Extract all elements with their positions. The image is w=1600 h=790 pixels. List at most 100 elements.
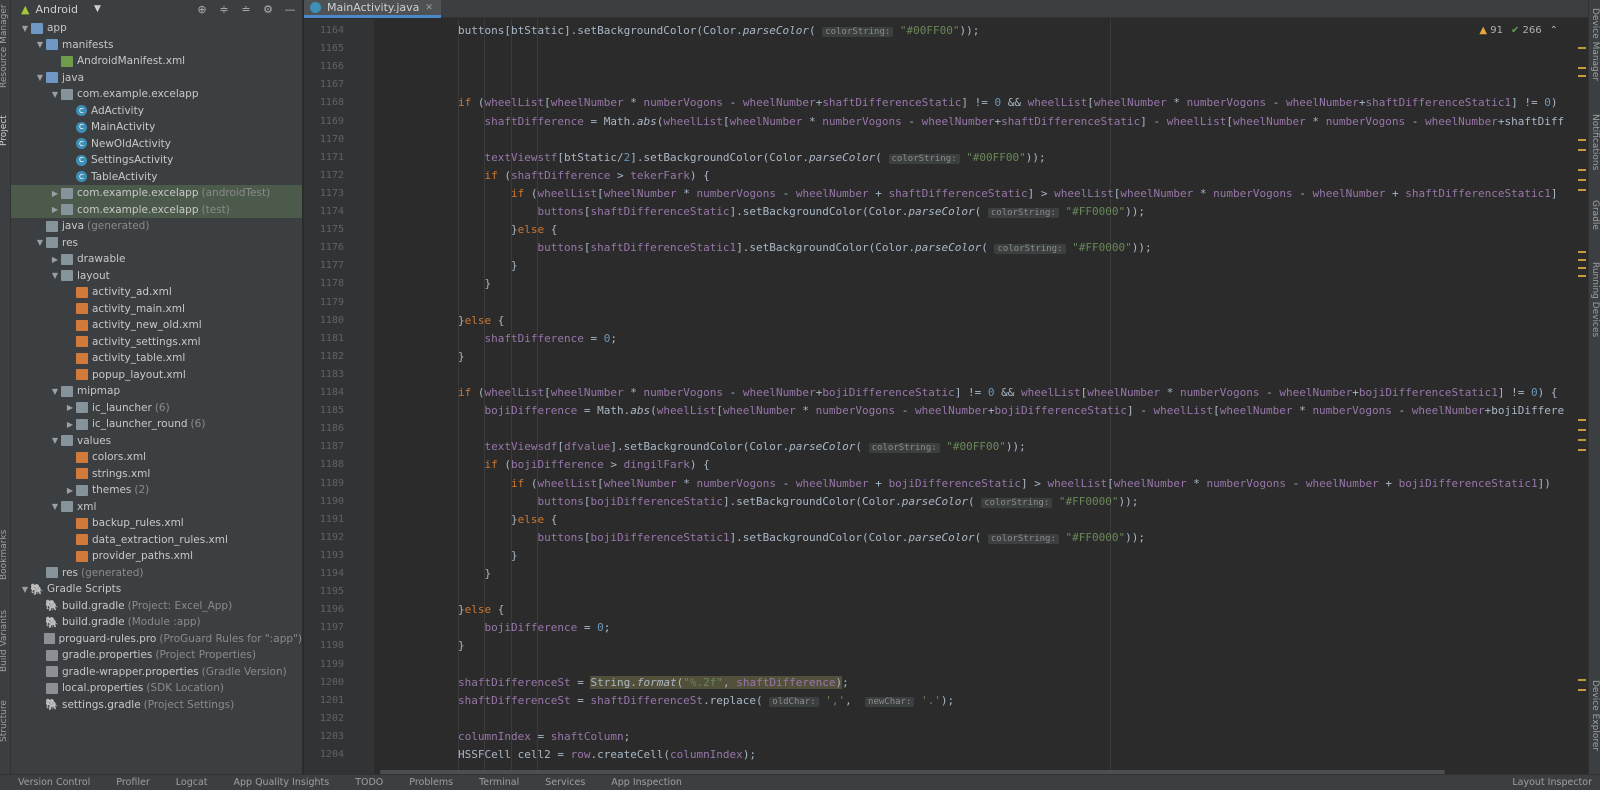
tree-item[interactable]: ▼ app [11,20,302,37]
warning-marker[interactable] [1578,139,1586,141]
warning-marker[interactable] [1578,179,1586,181]
chevron-down-icon[interactable]: ▼ [49,387,61,396]
bottom-tab[interactable]: Services [545,777,585,788]
code-line[interactable]: bojiDifference = 0; [485,621,611,634]
bottom-tab[interactable]: App Inspection [611,777,682,788]
tree-item[interactable]: colors.xml [11,449,302,466]
hide-icon[interactable]: — [282,1,298,17]
tree-item[interactable]: ▼ xml [11,499,302,516]
warning-marker[interactable] [1578,189,1586,191]
bottom-tab[interactable]: Version Control [18,777,90,788]
code-line[interactable]: if (bojiDifference > dingilFark) { [485,458,710,471]
collapse-all-icon[interactable]: ≐ [238,1,254,17]
code-line[interactable]: buttons[bojiDifferenceStatic1].setBackgr… [538,531,1145,544]
gear-icon[interactable]: ⚙ [260,1,276,17]
tree-item[interactable]: activity_settings.xml [11,334,302,351]
warning-marker[interactable] [1578,169,1586,171]
build-variants-tab[interactable]: Build Variants [0,610,9,672]
chevron-down-icon[interactable]: ▼ [19,24,31,33]
tree-item[interactable]: ▼ 🐘 Gradle Scripts [11,581,302,598]
tree-item[interactable]: ▼ java [11,70,302,87]
bottom-tab[interactable]: Logcat [176,777,208,788]
bottom-tab[interactable]: TODO [355,777,383,788]
tree-item[interactable]: C AdActivity [11,103,302,120]
tree-item[interactable]: ▼ values [11,433,302,450]
inspection-widget[interactable]: ▲ 91 ✔ 266 ⌃ [1479,25,1558,36]
code-line[interactable]: }else { [458,314,504,327]
warning-marker[interactable] [1578,259,1586,261]
warning-marker[interactable] [1578,267,1586,269]
code-line[interactable]: } [511,549,518,562]
project-tab[interactable]: Project [0,115,9,146]
code-line[interactable]: } [511,259,518,272]
weak-warning-count[interactable]: ✔ 266 [1511,25,1542,36]
structure-tab[interactable]: Structure [0,700,9,742]
code-area[interactable]: buttons[btStatic].setBackgroundColor(Col… [374,19,1588,774]
chevron-down-icon[interactable]: ▼ [49,90,61,99]
code-line[interactable]: if (shaftDifference > tekerFark) { [485,169,710,182]
code-line[interactable]: shaftDifference = 0; [485,332,617,345]
tree-item[interactable]: java (generated) [11,218,302,235]
code-line[interactable]: } [458,639,465,652]
warning-marker[interactable] [1578,689,1586,691]
chevron-right-icon[interactable]: ▶ [49,189,61,198]
project-view-selector[interactable]: Android [35,3,78,16]
chevron-down-icon[interactable]: ▼ [34,238,46,247]
tree-item[interactable]: activity_main.xml [11,301,302,318]
resource-manager-tab[interactable]: Resource Manager [0,4,9,88]
bottom-tab[interactable]: Terminal [479,777,519,788]
device-explorer-tab[interactable]: Device Explorer [1590,680,1600,751]
chevron-down-icon[interactable]: ▼ [34,40,46,49]
code-line[interactable]: }else { [511,223,557,236]
code-line[interactable]: shaftDifferenceSt = shaftDifferenceSt.re… [458,694,954,707]
chevron-right-icon[interactable]: ▶ [64,403,76,412]
expand-all-icon[interactable]: ≑ [216,1,232,17]
code-line[interactable]: buttons[btStatic].setBackgroundColor(Col… [458,24,979,37]
warning-marker[interactable] [1578,149,1586,151]
tree-item[interactable]: 🐘 build.gradle (Project: Excel_App) [11,598,302,615]
tree-item[interactable]: AndroidManifest.xml [11,53,302,70]
warning-marker[interactable] [1578,47,1586,49]
bottom-tab[interactable]: App Quality Insights [234,777,330,788]
chevron-down-icon[interactable]: ▼ [49,271,61,280]
tree-item[interactable]: 🐘 build.gradle (Module :app) [11,614,302,631]
chevron-up-icon[interactable]: ⌃ [1550,25,1558,36]
warning-marker[interactable] [1578,429,1586,431]
code-line[interactable]: if (wheelList[wheelNumber * numberVogons… [511,187,1558,200]
tree-item[interactable]: backup_rules.xml [11,515,302,532]
warning-marker[interactable] [1578,439,1586,441]
tab-main-activity[interactable]: MainActivity.java ✕ [304,0,441,18]
tree-item[interactable]: activity_ad.xml [11,284,302,301]
tree-item[interactable]: ▶ com.example.excelapp (test) [11,201,302,218]
chevron-down-icon[interactable]: ▼ [49,502,61,511]
tree-item[interactable]: gradle.properties (Project Properties) [11,647,302,664]
bookmarks-tab[interactable]: Bookmarks [0,530,9,580]
gradle-tab[interactable]: Gradle [1590,200,1600,230]
tree-item[interactable]: ▼ manifests [11,37,302,54]
tree-item[interactable]: ▼ com.example.excelapp [11,86,302,103]
chevron-right-icon[interactable]: ▶ [49,205,61,214]
tree-item[interactable]: ▶ drawable [11,251,302,268]
code-line[interactable]: } [485,567,492,580]
tree-item[interactable]: popup_layout.xml [11,367,302,384]
tree-item[interactable]: proguard-rules.pro (ProGuard Rules for ":… [11,631,302,648]
code-line[interactable]: if (wheelList[wheelNumber * numberVogons… [511,477,1551,490]
tree-item[interactable]: ▶ com.example.excelapp (androidTest) [11,185,302,202]
code-line[interactable]: HSSFCell cell2 = row.createCell(columnIn… [458,748,756,761]
code-line[interactable]: } [485,277,492,290]
error-stripe[interactable] [1576,19,1588,774]
chevron-right-icon[interactable]: ▶ [49,255,61,264]
code-editor[interactable]: 1164 1165 1166 1167 1168 1169 1170 1171 1172 1173… [304,19,1588,774]
tree-item[interactable]: activity_table.xml [11,350,302,367]
bottom-tab[interactable]: Problems [409,777,453,788]
tree-item[interactable]: ▶ ic_launcher (6) [11,400,302,417]
chevron-down-icon[interactable]: ▼ [94,4,101,14]
warning-marker[interactable] [1578,251,1586,253]
code-line[interactable]: if (wheelList[wheelNumber * numberVogons… [458,96,1558,109]
code-line[interactable]: shaftDifferenceSt = String.format("%.2f"… [458,675,849,689]
tree-item[interactable]: activity_new_old.xml [11,317,302,334]
tree-item[interactable]: ▼ layout [11,268,302,285]
notifications-tab[interactable]: Notifications [1590,114,1600,170]
code-line[interactable]: buttons[shaftDifferenceStatic].setBackgr… [538,205,1145,218]
tree-item[interactable]: local.properties (SDK Location) [11,680,302,697]
